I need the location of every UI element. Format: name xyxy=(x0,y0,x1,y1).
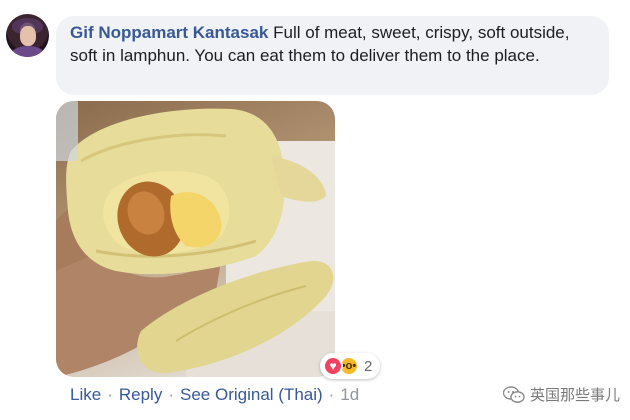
comment-thread: Gif Noppamart Kantasak Full of meat, swe… xyxy=(0,0,630,420)
avatar-face xyxy=(20,26,36,46)
reaction-count: 2 xyxy=(364,357,373,375)
durian-photo-graphic xyxy=(56,101,335,377)
reaction-summary[interactable]: ♥ •o• 2 xyxy=(320,353,381,379)
avatar[interactable] xyxy=(6,14,49,57)
wechat-icon xyxy=(502,385,525,404)
action-separator: · xyxy=(168,385,174,404)
action-separator: · xyxy=(328,385,335,404)
like-button[interactable]: Like xyxy=(70,383,101,407)
reply-button[interactable]: Reply xyxy=(119,383,162,407)
avatar-shoulder xyxy=(10,46,46,57)
comment-actions: Like · Reply · See Original (Thai) · 1d xyxy=(70,383,359,407)
action-separator: · xyxy=(107,385,113,404)
watermark-text: 英国那些事儿 xyxy=(529,386,620,404)
comment-timestamp[interactable]: 1d xyxy=(340,383,359,407)
comment-bubble: Gif Noppamart Kantasak Full of meat, swe… xyxy=(56,16,609,95)
see-original-link[interactable]: See Original (Thai) xyxy=(180,383,323,407)
love-icon: ♥ xyxy=(323,356,343,376)
watermark: 英国那些事儿 xyxy=(502,384,620,405)
comment-author[interactable]: Gif Noppamart Kantasak xyxy=(70,23,268,42)
comment-photo[interactable] xyxy=(56,101,335,377)
